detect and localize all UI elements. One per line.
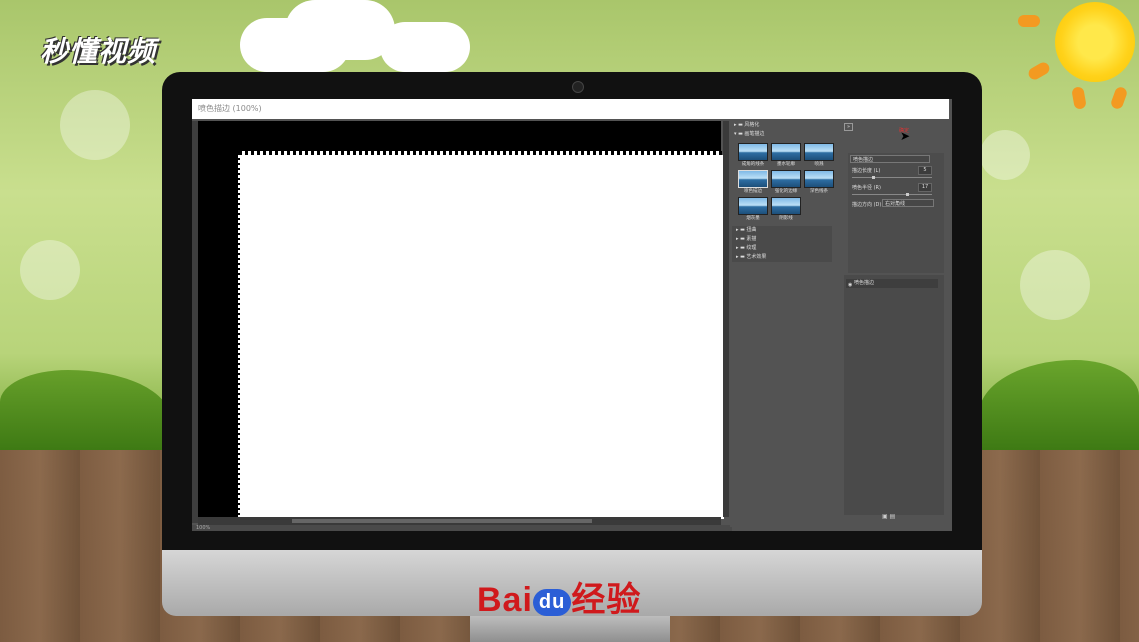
folder-stylize[interactable]: ▸ ▬ 风格化 bbox=[730, 121, 834, 130]
scrollbar-thumb[interactable] bbox=[292, 519, 592, 523]
baidu-logo-right: 经验 bbox=[571, 581, 642, 619]
filter-label: 墨水轮廓 bbox=[777, 162, 795, 167]
filter-spatter[interactable]: 喷溅 bbox=[804, 143, 834, 168]
filter-label: 深色线条 bbox=[810, 189, 828, 194]
filter-settings-panel: » 确定 ➤ 喷色描边 描边长度 (L) 5 喷色半径 (R) 17 描边方向 … bbox=[842, 121, 950, 527]
folder-artistic[interactable]: ▸ ▬ 艺术效果 bbox=[732, 253, 832, 262]
collapse-toggle-button[interactable]: » bbox=[844, 123, 853, 131]
filter-select-value: 喷色描边 bbox=[853, 157, 874, 163]
filter-angled-strokes[interactable]: 成角的线条 bbox=[738, 143, 768, 168]
sun-ray bbox=[1018, 15, 1040, 27]
filter-sprayed-strokes[interactable]: 喷色描边 bbox=[738, 170, 768, 195]
folder-brush-strokes[interactable]: ▾ ▬ 画笔描边 bbox=[730, 130, 834, 139]
folder-label: 画笔描边 bbox=[744, 131, 765, 137]
bokeh-light bbox=[20, 240, 80, 300]
bokeh-light bbox=[1020, 250, 1090, 320]
bokeh-light bbox=[980, 130, 1030, 180]
filter-thumbnail-icon bbox=[738, 143, 768, 161]
filter-accented-edges[interactable]: 强化的边缘 bbox=[771, 170, 801, 195]
baidu-paw-icon: du bbox=[532, 588, 572, 616]
filter-list-panel: ▸ ▬ 风格化 ▾ ▬ 画笔描边 成角的线条 墨水轮廓 喷溅 喷色描边 强化的边… bbox=[730, 121, 834, 527]
folder-label: 艺术效果 bbox=[746, 254, 767, 260]
filter-label: 喷色描边 bbox=[744, 189, 762, 194]
effect-layer[interactable]: ◉ 喷色描边 bbox=[846, 279, 938, 288]
sun-ray bbox=[1026, 60, 1052, 82]
folder-texture[interactable]: ▸ ▬ 纹理 bbox=[732, 244, 832, 253]
zoom-status: 100% bbox=[192, 525, 732, 531]
filter-thumbnail-icon bbox=[738, 170, 768, 188]
filter-label: 烟灰墨 bbox=[746, 216, 760, 221]
filter-gallery-window: 喷色描边 (100%) 100% ▸ ▬ 风格化 ▾ ▬ 画笔描边 成角的线条 … bbox=[192, 99, 952, 531]
mouse-cursor-icon: ➤ bbox=[900, 129, 911, 143]
folder-label: 素描 bbox=[746, 236, 757, 242]
folder-sketch[interactable]: ▸ ▬ 素描 bbox=[732, 235, 832, 244]
zoom-level: 100% bbox=[196, 525, 211, 531]
folder-distort[interactable]: ▸ ▬ 扭曲 bbox=[732, 226, 832, 235]
filter-params: 喷色描边 描边长度 (L) 5 喷色半径 (R) 17 描边方向 (D): 右对… bbox=[848, 153, 944, 273]
filter-sumi-e[interactable]: 烟灰墨 bbox=[738, 197, 768, 222]
filter-label: 强化的边缘 bbox=[774, 189, 798, 194]
sun-ray bbox=[1071, 86, 1087, 110]
layer-name: 喷色描边 bbox=[854, 280, 875, 286]
window-title: 喷色描边 (100%) bbox=[192, 99, 949, 119]
filter-crosshatch[interactable]: 阴影线 bbox=[771, 197, 801, 222]
filter-thumbnail-icon bbox=[804, 170, 834, 188]
vertical-scrollbar[interactable] bbox=[723, 121, 729, 517]
layer-buttons: ▣ ▤ bbox=[882, 513, 895, 520]
param-label: 描边长度 (L) bbox=[852, 168, 881, 174]
slider-knob[interactable] bbox=[906, 193, 909, 196]
direction-label: 描边方向 (D): bbox=[852, 202, 884, 208]
filter-thumbnail-icon bbox=[771, 197, 801, 215]
stroke-length-input[interactable]: 5 bbox=[918, 166, 932, 175]
filter-thumbnails: 成角的线条 墨水轮廓 喷溅 喷色描边 强化的边缘 深色线条 烟灰墨 阴影线 bbox=[730, 139, 834, 226]
filter-label: 阴影线 bbox=[779, 216, 793, 221]
param-label: 喷色半径 (R) bbox=[852, 185, 881, 191]
eye-icon[interactable]: ◉ bbox=[848, 281, 852, 290]
filter-thumbnail-icon bbox=[804, 143, 834, 161]
folder-label: 扭曲 bbox=[746, 227, 757, 233]
bokeh-light bbox=[60, 90, 130, 160]
folder-label: 纹理 bbox=[746, 245, 757, 251]
delete-layer-icon[interactable]: ▤ bbox=[890, 513, 896, 520]
filter-thumbnail-icon bbox=[771, 143, 801, 161]
filter-select[interactable]: 喷色描边 bbox=[850, 155, 930, 163]
miaodong-logo: 秒懂视频 bbox=[40, 35, 157, 68]
slider-knob[interactable] bbox=[872, 176, 875, 179]
folder-label: 风格化 bbox=[744, 122, 760, 128]
effect-layers-panel: ◉ 喷色描边 bbox=[844, 275, 944, 515]
cloud bbox=[285, 0, 395, 60]
stroke-length-slider[interactable] bbox=[852, 177, 932, 178]
preview-canvas[interactable] bbox=[198, 121, 722, 517]
preview-image bbox=[242, 157, 722, 517]
filter-label: 喷溅 bbox=[814, 162, 824, 167]
grass-right bbox=[979, 360, 1139, 450]
webcam bbox=[572, 81, 584, 93]
spray-radius-slider[interactable] bbox=[852, 194, 932, 195]
direction-value: 右对角线 bbox=[885, 201, 906, 207]
sun-icon bbox=[1055, 2, 1135, 82]
baidu-logo-left: Bai bbox=[477, 581, 533, 619]
spray-radius-input[interactable]: 17 bbox=[918, 183, 932, 192]
sun-ray bbox=[1109, 85, 1129, 111]
new-layer-icon[interactable]: ▣ bbox=[882, 513, 888, 520]
filter-dark-strokes[interactable]: 深色线条 bbox=[804, 170, 834, 195]
baidu-jingyan-logo: Bai du 经验 bbox=[477, 572, 641, 621]
filter-label: 成角的线条 bbox=[741, 162, 765, 167]
cloud bbox=[380, 22, 470, 72]
filter-thumbnail-icon bbox=[738, 197, 768, 215]
filter-thumbnail-icon bbox=[771, 170, 801, 188]
grass-left bbox=[0, 370, 170, 450]
direction-select[interactable]: 右对角线 bbox=[882, 199, 934, 207]
filter-ink-outlines[interactable]: 墨水轮廓 bbox=[771, 143, 801, 168]
